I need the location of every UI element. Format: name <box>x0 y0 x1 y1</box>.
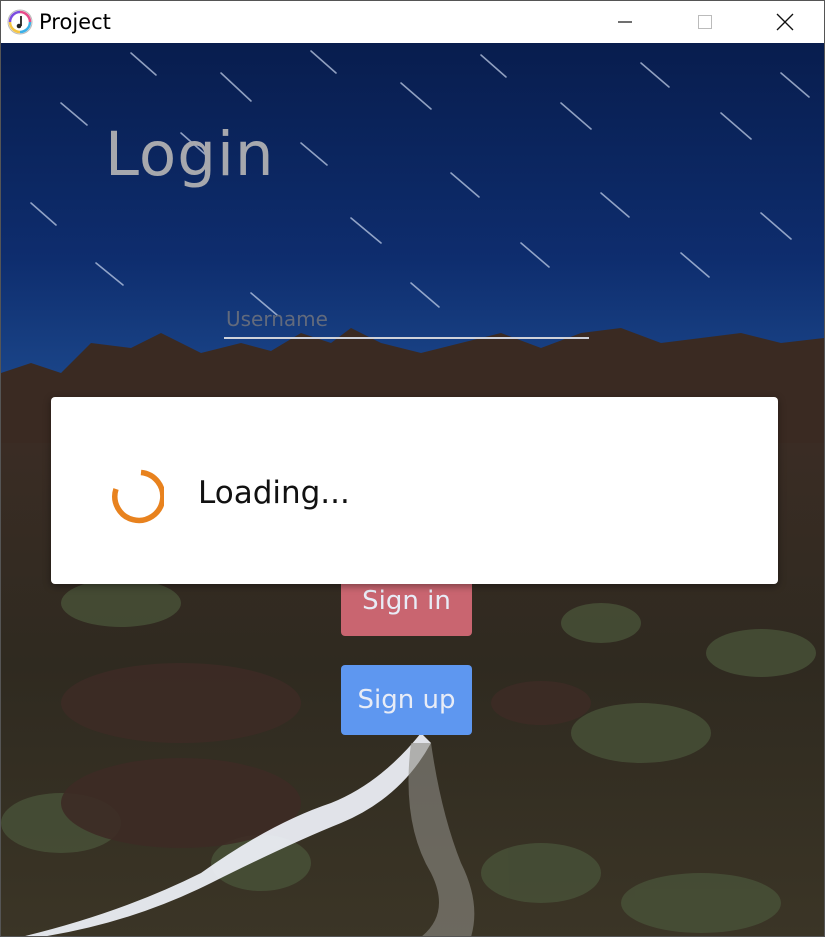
login-heading: Login <box>105 119 275 190</box>
loading-dialog: Loading... <box>51 397 778 584</box>
maximize-icon <box>698 15 712 29</box>
minimize-icon <box>618 21 632 23</box>
window-title: Project <box>39 10 111 34</box>
maximize-button[interactable] <box>665 1 745 43</box>
loading-message: Loading... <box>198 475 350 511</box>
close-button[interactable] <box>745 1 824 43</box>
minimize-button[interactable] <box>585 1 665 43</box>
app-window: Project Login Username Sign in Sign up L… <box>0 0 825 937</box>
title-bar[interactable]: Project <box>1 1 824 43</box>
loading-spinner-icon <box>112 469 164 524</box>
app-logo-icon <box>7 9 33 35</box>
close-icon <box>776 13 794 31</box>
username-input[interactable] <box>224 301 589 339</box>
sign-up-button[interactable]: Sign up <box>341 665 472 735</box>
